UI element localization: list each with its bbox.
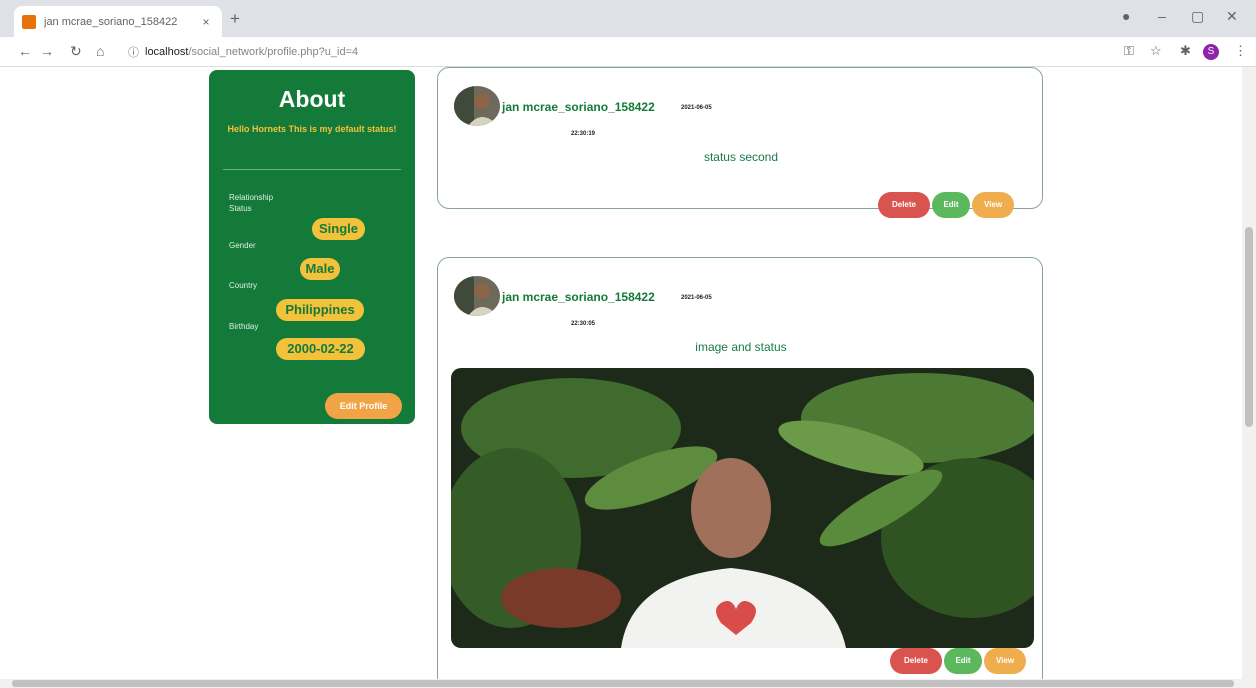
new-tab-icon[interactable]: + (230, 10, 240, 27)
restore-icon[interactable]: ▢ (1191, 8, 1204, 24)
post-text: image and status (695, 340, 787, 354)
extensions-icon[interactable]: ✱ (1180, 43, 1191, 59)
tab-title: jan mcrae_soriano_158422 (44, 15, 178, 28)
edit-button[interactable]: Edit (944, 648, 982, 674)
edit-button[interactable]: Edit (932, 192, 970, 218)
birthday-value: 2000-02-22 (276, 338, 365, 360)
browser-toolbar: ← → ↻ ⌂ ⓘ localhost /social_network/prof… (0, 37, 1256, 67)
horizontal-scroll-thumb[interactable] (12, 680, 1234, 687)
about-status: Hello Hornets This is my default status! (227, 124, 397, 134)
birthday-label: Birthday (229, 322, 259, 331)
close-window-icon[interactable]: ✕ (1226, 8, 1238, 24)
gender-value: Male (300, 258, 340, 280)
relationship-value: Single (312, 218, 365, 240)
post-actions: Delete Edit View (878, 192, 1016, 218)
relationship-label: Relationship Status (229, 193, 274, 213)
key-icon[interactable]: ⚿ (1124, 43, 1134, 59)
address-bar[interactable]: ⓘ localhost /social_network/profile.php?… (128, 41, 1088, 63)
url-path: /social_network/profile.php?u_id=4 (188, 46, 359, 58)
about-card: About Hello Hornets This is my default s… (209, 70, 415, 424)
url-host: localhost (145, 46, 189, 58)
post-date: 2021-06-05 (681, 295, 712, 301)
star-icon[interactable]: ☆ (1150, 43, 1162, 59)
post-author[interactable]: jan mcrae_soriano_158422 (502, 100, 655, 114)
profile-avatar[interactable]: S (1203, 44, 1219, 60)
author-avatar[interactable] (454, 86, 500, 126)
info-icon[interactable]: ⓘ (128, 44, 139, 60)
reload-icon[interactable]: ↻ (70, 43, 82, 59)
about-title: About (278, 86, 346, 112)
favicon-icon (22, 14, 36, 29)
post-actions: Delete Edit View (890, 648, 1028, 674)
home-icon[interactable]: ⌂ (96, 43, 104, 59)
forward-icon[interactable]: → (40, 43, 54, 59)
post-author[interactable]: jan mcrae_soriano_158422 (502, 290, 655, 304)
vertical-scrollbar[interactable] (1242, 67, 1256, 679)
post-time: 22:30:05 (571, 321, 596, 327)
divider (223, 169, 401, 170)
post-time: 22:30:19 (571, 131, 596, 137)
vertical-scroll-thumb[interactable] (1245, 227, 1253, 427)
post-date: 2021-06-05 (681, 105, 712, 111)
minimize-icon[interactable]: – (1158, 8, 1166, 24)
post-card: jan mcrae_soriano_158422 2021-06-05 22:3… (437, 257, 1043, 688)
gender-label: Gender (229, 241, 256, 250)
record-icon[interactable]: ● (1122, 8, 1130, 24)
post-text: status second (703, 150, 779, 164)
delete-button[interactable]: Delete (890, 648, 942, 674)
tab-close-icon[interactable]: × (198, 15, 214, 29)
view-button[interactable]: View (984, 648, 1026, 674)
browser-tab[interactable]: jan mcrae_soriano_158422 × (14, 6, 222, 37)
delete-button[interactable]: Delete (878, 192, 930, 218)
country-value: Philippines (276, 299, 364, 321)
page-viewport: About Hello Hornets This is my default s… (0, 67, 1256, 688)
view-button[interactable]: View (972, 192, 1014, 218)
menu-icon[interactable]: ⋮ (1234, 43, 1247, 59)
edit-profile-button[interactable]: Edit Profile (325, 393, 402, 419)
back-icon[interactable]: ← (18, 43, 32, 59)
post-card: jan mcrae_soriano_158422 2021-06-05 22:3… (437, 67, 1043, 209)
browser-tabstrip: jan mcrae_soriano_158422 × + ● – ▢ ✕ (0, 0, 1256, 37)
horizontal-scrollbar[interactable] (0, 679, 1256, 688)
country-label: Country (229, 281, 258, 290)
post-image[interactable] (451, 368, 1034, 648)
author-avatar[interactable] (454, 276, 500, 316)
